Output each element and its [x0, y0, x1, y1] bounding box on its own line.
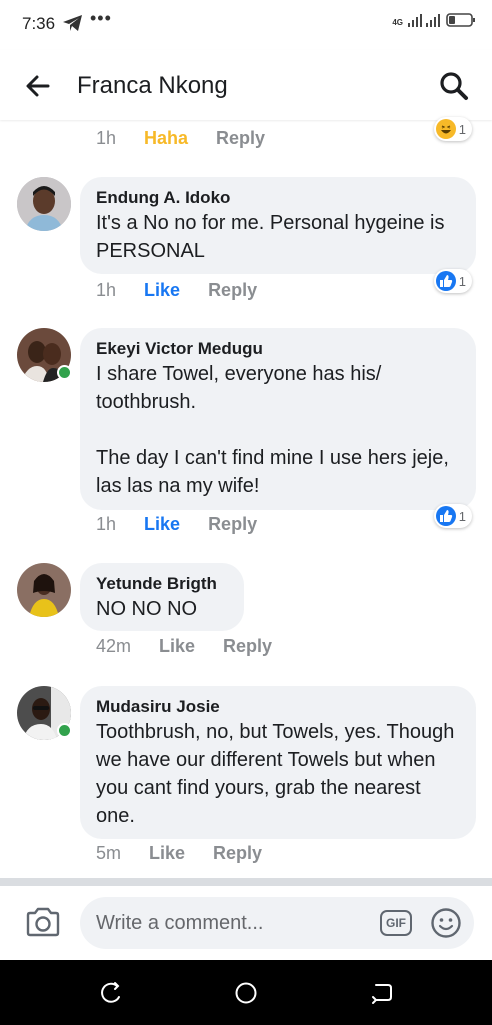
haha-icon	[435, 119, 456, 139]
like-button[interactable]: Like	[144, 280, 180, 301]
home-icon[interactable]	[233, 980, 259, 1006]
emoji-icon[interactable]	[430, 907, 462, 939]
comment-author[interactable]: Mudasiru Josie	[96, 696, 460, 718]
comment-author[interactable]: Yetunde Brigth	[96, 573, 228, 595]
comment-actions: 1h Like Reply	[96, 514, 285, 535]
like-button[interactable]: Like	[159, 636, 195, 657]
reply-button[interactable]: Reply	[223, 636, 272, 657]
comment-time: 1h	[96, 514, 117, 534]
reaction-count: 1	[458, 508, 466, 524]
reply-button[interactable]: Reply	[208, 280, 257, 301]
comment-actions: 1h Like Reply	[96, 280, 285, 301]
comment-time: 1h	[96, 280, 117, 300]
comment-composer: GIF	[0, 886, 492, 960]
signal-icon	[408, 13, 442, 32]
reaction-count: 1	[458, 273, 466, 289]
battery-icon	[446, 12, 476, 33]
comment-text: I share Towel, everyone has his/ toothbr…	[96, 363, 449, 497]
comment-author[interactable]: Endung A. Idoko	[96, 187, 460, 209]
search-icon[interactable]	[438, 70, 470, 102]
avatar[interactable]	[17, 563, 71, 617]
comment-text: It's a No no for me. Personal hygeine is…	[96, 212, 445, 262]
status-time: 7:36	[22, 14, 56, 33]
system-nav-bar	[0, 960, 492, 1025]
reaction-summary[interactable]: 1	[433, 269, 472, 293]
avatar[interactable]	[17, 177, 71, 231]
reaction-summary[interactable]: 1	[433, 117, 472, 141]
comment-actions: 5m Like Reply	[96, 843, 290, 864]
comment-time: 1h	[96, 128, 117, 148]
comment-actions: 42m Like Reply	[96, 636, 300, 657]
comment-bubble: Mudasiru Josie Toothbrush, no, but Towel…	[80, 686, 476, 839]
status-bar: 7:36 ••• 4G	[0, 0, 492, 50]
like-button[interactable]: Like	[149, 843, 185, 864]
back-icon[interactable]	[369, 980, 395, 1006]
thumbs-up-icon	[435, 506, 456, 526]
comment-bubble: Yetunde Brigth NO NO NO	[80, 563, 244, 631]
back-arrow-icon[interactable]	[22, 70, 54, 102]
reaction-summary[interactable]: 1	[433, 504, 472, 528]
divider	[0, 878, 492, 886]
app-header: Franca Nkong	[0, 50, 492, 120]
status-indicators: 4G	[392, 12, 476, 33]
comment-time: 42m	[96, 636, 132, 656]
thumbs-up-icon	[435, 271, 456, 291]
haha-reaction-button[interactable]: Haha	[144, 128, 188, 149]
network-type: 4G	[392, 18, 403, 27]
comment-input[interactable]	[80, 897, 474, 949]
reaction-count: 1	[458, 121, 466, 137]
comment-text: Toothbrush, no, but Towels, yes. Though …	[96, 721, 455, 827]
reply-button[interactable]: Reply	[208, 514, 257, 535]
partial-comment: 1h Haha Reply 1	[0, 117, 492, 160]
comment-bubble: Ekeyi Victor Medugu I share Towel, every…	[80, 328, 476, 510]
comment-author[interactable]: Ekeyi Victor Medugu	[96, 338, 460, 360]
online-status-dot	[57, 723, 72, 738]
reply-button[interactable]: Reply	[213, 843, 262, 864]
like-button[interactable]: Like	[144, 514, 180, 535]
page-title: Franca Nkong	[77, 72, 228, 99]
comment-time: 5m	[96, 843, 122, 863]
camera-icon[interactable]	[25, 906, 61, 938]
status-overflow: •••	[90, 8, 112, 28]
comment-bubble: Endung A. Idoko It's a No no for me. Per…	[80, 177, 476, 274]
recent-apps-icon[interactable]	[98, 980, 124, 1006]
gif-icon[interactable]: GIF	[380, 910, 412, 936]
comment-text: NO NO NO	[96, 598, 198, 620]
online-status-dot	[57, 365, 72, 380]
telegram-icon	[62, 13, 84, 38]
comment-actions: 1h Haha Reply	[96, 128, 293, 149]
reply-button[interactable]: Reply	[216, 128, 265, 149]
